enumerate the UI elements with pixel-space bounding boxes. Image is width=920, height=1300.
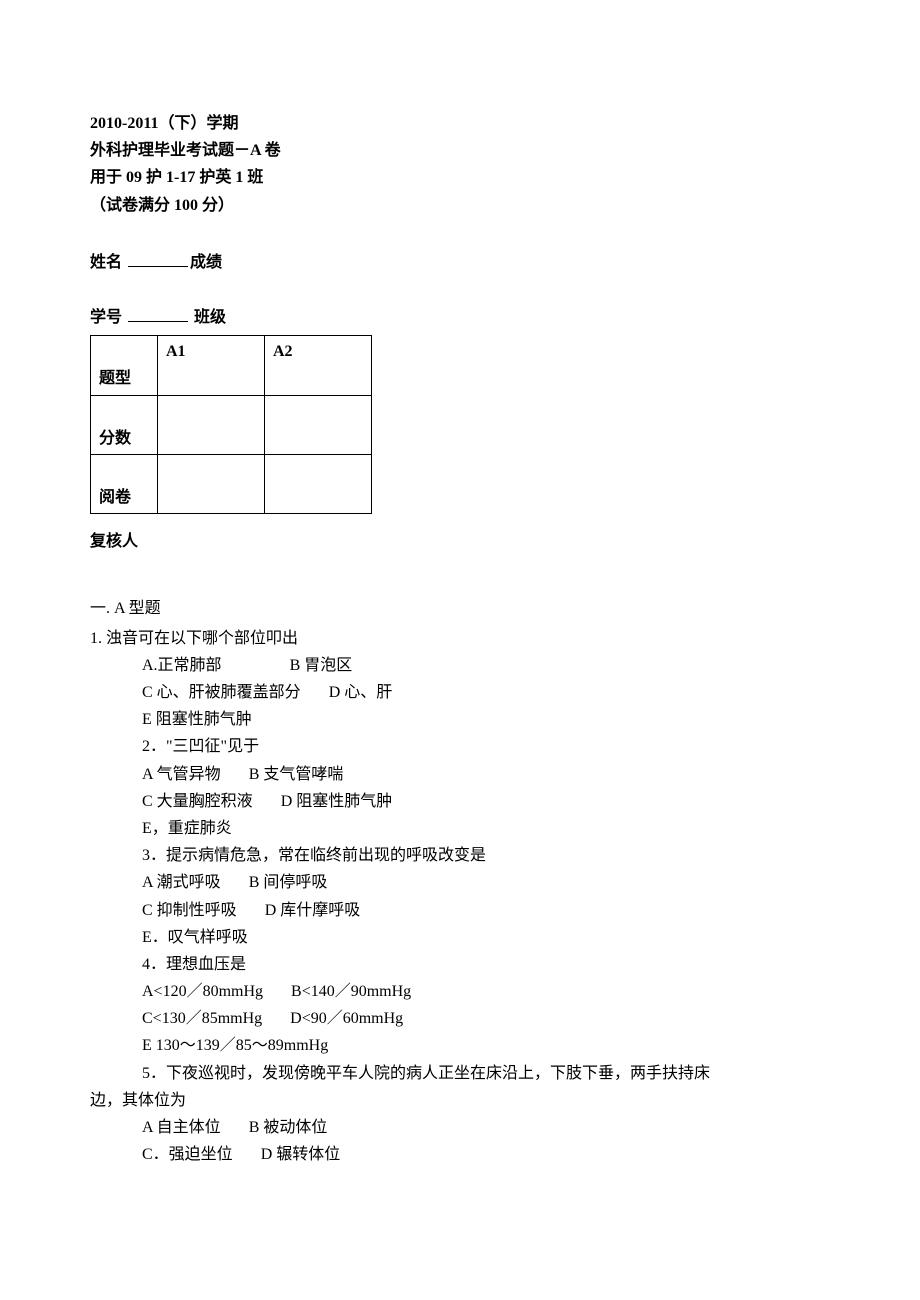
cell-a1: A1 bbox=[158, 336, 265, 395]
q4-opts-cd: C<130／85mmHg D<90／60mmHg bbox=[90, 1005, 830, 1032]
cell-empty bbox=[265, 454, 372, 513]
reviewer-label: 复核人 bbox=[90, 528, 830, 555]
q4-opts-ab: A<120／80mmHg B<140／90mmHg bbox=[90, 978, 830, 1005]
q3-d: D 库什摩呼吸 bbox=[265, 902, 361, 919]
q3-b: B 间停呼吸 bbox=[249, 874, 328, 891]
q4-b: B<140／90mmHg bbox=[291, 983, 411, 1000]
table-row: 分数 bbox=[91, 395, 372, 454]
q5-opts-ab: A 自主体位 B 被动体位 bbox=[90, 1114, 830, 1141]
q1-d: D 心、肝 bbox=[329, 684, 393, 701]
q1-stem: 1. 浊音可在以下哪个部位叩出 bbox=[90, 625, 830, 652]
student-id-label: 学号 bbox=[90, 309, 122, 326]
header-line-1: 2010-2011（下）学期 bbox=[90, 110, 830, 137]
name-label: 姓名 bbox=[90, 254, 122, 271]
id-blank bbox=[128, 305, 188, 322]
cell-type: 题型 bbox=[91, 336, 158, 395]
header-line-3: 用于 09 护 1-17 护英 1 班 bbox=[90, 164, 830, 191]
q4-e: E 130～139／85～89mmHg bbox=[90, 1032, 830, 1059]
q4-d: D<90／60mmHg bbox=[290, 1010, 403, 1027]
cell-score: 分数 bbox=[91, 395, 158, 454]
q4-a: A<120／80mmHg bbox=[142, 983, 263, 1000]
cell-empty bbox=[158, 395, 265, 454]
q2-c: C 大量胸腔积液 bbox=[142, 793, 253, 810]
q3-opts-cd: C 抑制性呼吸 D 库什摩呼吸 bbox=[90, 897, 830, 924]
header-line-2: 外科护理毕业考试题－A 卷 bbox=[90, 137, 830, 164]
cell-empty bbox=[158, 454, 265, 513]
score-table: 题型 A1 A2 分数 阅卷 bbox=[90, 335, 372, 514]
q1-opts-ab: A.正常肺部 B 胃泡区 bbox=[90, 652, 830, 679]
q2-d: D 阻塞性肺气肿 bbox=[281, 793, 393, 810]
q3-stem: 3．提示病情危急，常在临终前出现的呼吸改变是 bbox=[90, 842, 830, 869]
q5-a: A 自主体位 bbox=[142, 1119, 221, 1136]
class-label: 班级 bbox=[194, 309, 226, 326]
q3-e: E．叹气样呼吸 bbox=[90, 924, 830, 951]
q5-b: B 被动体位 bbox=[249, 1119, 328, 1136]
q2-opts-cd: C 大量胸腔积液 D 阻塞性肺气肿 bbox=[90, 788, 830, 815]
q2-b: B 支气管哮喘 bbox=[249, 766, 344, 783]
q1-a: A.正常肺部 bbox=[142, 657, 222, 674]
id-class-line: 学号 班级 bbox=[90, 304, 830, 331]
name-score-line: 姓名 成绩 bbox=[90, 249, 830, 276]
q1-e: E 阻塞性肺气肿 bbox=[90, 706, 830, 733]
q5-c: C．强迫坐位 bbox=[142, 1146, 233, 1163]
q5-d: D 辗转体位 bbox=[261, 1146, 341, 1163]
table-row: 阅卷 bbox=[91, 454, 372, 513]
q5-stem-1: 5．下夜巡视时，发现傍晚平车人院的病人正坐在床沿上，下肢下垂，两手扶持床 bbox=[90, 1060, 830, 1087]
q3-opts-ab: A 潮式呼吸 B 间停呼吸 bbox=[90, 869, 830, 896]
q1-c: C 心、肝被肺覆盖部分 bbox=[142, 684, 301, 701]
q5-stem-2: 边，其体位为 bbox=[90, 1087, 830, 1114]
table-row: 题型 A1 A2 bbox=[91, 336, 372, 395]
cell-a2: A2 bbox=[265, 336, 372, 395]
cell-grader: 阅卷 bbox=[91, 454, 158, 513]
q3-c: C 抑制性呼吸 bbox=[142, 902, 237, 919]
score-label: 成绩 bbox=[190, 254, 222, 271]
section-a-title: 一. A 型题 bbox=[90, 595, 830, 622]
q5-opts-cd: C．强迫坐位 D 辗转体位 bbox=[90, 1141, 830, 1168]
q2-opts-ab: A 气管异物 B 支气管哮喘 bbox=[90, 761, 830, 788]
header-line-4: （试卷满分 100 分） bbox=[90, 192, 830, 219]
q4-c: C<130／85mmHg bbox=[142, 1010, 262, 1027]
q2-stem: 2．"三凹征"见于 bbox=[90, 733, 830, 760]
q2-e: E，重症肺炎 bbox=[90, 815, 830, 842]
q1-b: B 胃泡区 bbox=[290, 657, 353, 674]
q1-opts-cd: C 心、肝被肺覆盖部分 D 心、肝 bbox=[90, 679, 830, 706]
name-blank bbox=[128, 250, 188, 267]
cell-empty bbox=[265, 395, 372, 454]
q4-stem: 4．理想血压是 bbox=[90, 951, 830, 978]
q2-a: A 气管异物 bbox=[142, 766, 221, 783]
q3-a: A 潮式呼吸 bbox=[142, 874, 221, 891]
